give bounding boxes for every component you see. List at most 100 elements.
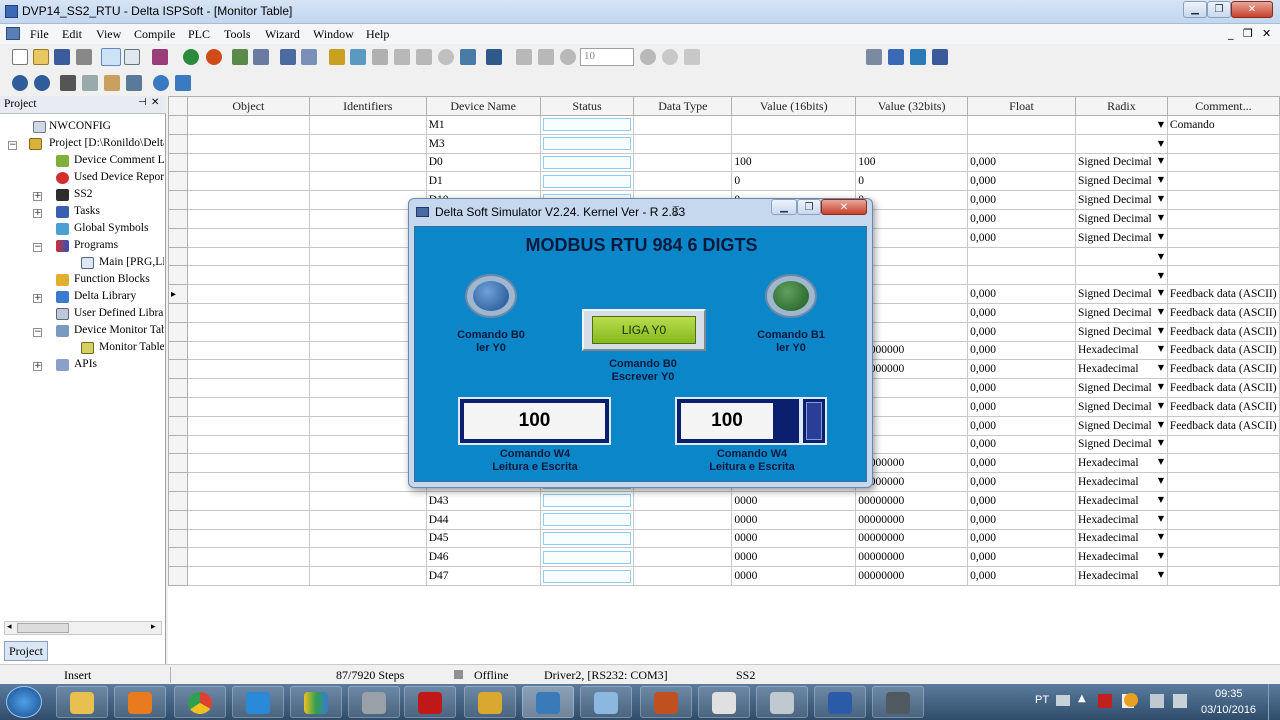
view-layout-icon[interactable]: [101, 48, 121, 66]
stop-icon[interactable]: [206, 49, 222, 65]
menu-plc[interactable]: PLC: [188, 27, 210, 42]
radix-dropdown-icon[interactable]: ▼: [1155, 438, 1167, 447]
taskbar-archive[interactable]: [464, 686, 516, 718]
tree-item-function-blocks[interactable]: Function Blocks: [74, 273, 150, 285]
cell-value-32[interactable]: 00000000: [855, 509, 969, 530]
table-row[interactable]: D46 0000 00000000 0,000 ▼ Hexadecimal: [168, 547, 1280, 568]
tree-item-device-monitor[interactable]: Device Monitor Table: [74, 324, 164, 336]
cell-object[interactable]: [186, 415, 310, 436]
col-data-type[interactable]: Data Type: [633, 96, 733, 116]
cell-data-type[interactable]: [633, 528, 733, 549]
cell-identifiers[interactable]: [308, 152, 427, 173]
cell-radix[interactable]: ▼ Signed Decimal: [1074, 284, 1168, 304]
scroll-left-icon[interactable]: ◂: [7, 622, 12, 632]
col-radix[interactable]: Radix: [1074, 96, 1168, 116]
cell-identifiers[interactable]: [308, 490, 427, 511]
radix-dropdown-icon[interactable]: ▼: [1155, 401, 1167, 410]
cell-value-32[interactable]: [855, 115, 969, 135]
expand-icon[interactable]: +: [33, 209, 42, 218]
cell-object[interactable]: [186, 566, 310, 586]
cell-float[interactable]: 0,000: [967, 208, 1076, 229]
table-row[interactable]: M3 ▼: [168, 133, 1280, 154]
cell-radix[interactable]: ▼ Signed Decimal: [1074, 434, 1168, 455]
w4-left-display[interactable]: 100: [458, 397, 611, 445]
cell-comment[interactable]: Comando: [1166, 115, 1280, 135]
tray-expand-icon[interactable]: ▲: [1078, 693, 1086, 704]
replace-icon[interactable]: [175, 75, 191, 91]
cell-object[interactable]: [186, 359, 310, 380]
cell-status[interactable]: [539, 547, 635, 568]
cell-object[interactable]: [186, 434, 310, 455]
table-row[interactable]: D1 0 0 0,000 ▼ Signed Decimal: [168, 171, 1280, 192]
radix-dropdown-icon[interactable]: ▼: [1155, 514, 1167, 523]
cell-comment[interactable]: [1166, 227, 1280, 248]
simulator-maximize-button[interactable]: ❐: [797, 199, 821, 215]
cell-float[interactable]: 0,000: [967, 509, 1076, 530]
cell-radix[interactable]: ▼ Signed Decimal: [1074, 396, 1168, 417]
cell-device-name[interactable]: M3: [425, 133, 541, 154]
cell-identifiers[interactable]: [308, 566, 427, 586]
mdi-minimize-icon[interactable]: _: [1228, 27, 1234, 40]
copy-icon[interactable]: [82, 75, 98, 91]
cell-data-type[interactable]: [633, 115, 733, 135]
horizontal-scrollbar[interactable]: ◂ ▸: [4, 621, 162, 635]
radix-dropdown-icon[interactable]: ▼: [1155, 120, 1167, 129]
cell-float[interactable]: 0,000: [967, 190, 1076, 210]
cell-device-name[interactable]: D43: [425, 490, 541, 511]
cell-radix[interactable]: ▼ Hexadecimal: [1074, 340, 1168, 361]
cell-data-type[interactable]: [633, 171, 733, 192]
cell-status[interactable]: [539, 490, 635, 511]
list-icon[interactable]: [866, 49, 882, 65]
table-icon[interactable]: [932, 49, 948, 65]
cell-float[interactable]: 0,000: [967, 340, 1076, 361]
taskbar-app[interactable]: [580, 686, 632, 718]
cell-float[interactable]: 0,000: [967, 302, 1076, 323]
cell-object[interactable]: [186, 472, 310, 492]
cell-radix[interactable]: ▼: [1074, 115, 1168, 135]
monitor-icon[interactable]: [280, 49, 296, 65]
taskbar-drive[interactable]: [290, 686, 342, 718]
cell-comment[interactable]: Feedback data (ASCII): [1166, 378, 1280, 398]
cell-float[interactable]: 0,000: [967, 378, 1076, 398]
cell-device-name[interactable]: D44: [425, 509, 541, 530]
taskbar-calc[interactable]: [756, 686, 808, 718]
collapse-icon[interactable]: −: [33, 328, 42, 337]
cell-float[interactable]: 0,000: [967, 284, 1076, 304]
volume-icon[interactable]: [1173, 694, 1187, 708]
taskbar-help[interactable]: [698, 686, 750, 718]
cell-float[interactable]: 0,000: [967, 321, 1076, 342]
step-input[interactable]: 10: [580, 48, 634, 66]
cell-comment[interactable]: Feedback data (ASCII): [1166, 340, 1280, 361]
taskbar-chrome[interactable]: [174, 686, 226, 718]
cell-float[interactable]: 0,000: [967, 396, 1076, 417]
tree-item-ss2[interactable]: SS2: [74, 188, 93, 200]
cell-value-32[interactable]: 00000000: [855, 490, 969, 511]
cell-radix[interactable]: ▼ Signed Decimal: [1074, 190, 1168, 210]
cell-device-name[interactable]: D46: [425, 547, 541, 568]
radix-dropdown-icon[interactable]: ▼: [1155, 476, 1167, 485]
cell-float[interactable]: 0,000: [967, 415, 1076, 436]
cell-value-16[interactable]: 100: [731, 152, 857, 173]
radix-dropdown-icon[interactable]: ▼: [1155, 382, 1167, 391]
cell-value-16[interactable]: 0000: [731, 566, 857, 586]
compile-icon[interactable]: [152, 49, 168, 65]
tree-item-project[interactable]: Project [D:\Ronildo\Delta: [49, 137, 164, 149]
cell-float[interactable]: [967, 133, 1076, 154]
w4-slider[interactable]: [801, 397, 827, 445]
cell-data-type[interactable]: [633, 490, 733, 511]
cell-status[interactable]: [539, 171, 635, 192]
paste-icon[interactable]: [104, 75, 120, 91]
cell-object[interactable]: [186, 396, 310, 417]
radix-dropdown-icon[interactable]: ▼: [1155, 194, 1167, 203]
tree-item-main[interactable]: Main [PRG,LD]: [99, 256, 164, 268]
cell-comment[interactable]: [1166, 509, 1280, 530]
cell-value-16[interactable]: 0000: [731, 509, 857, 530]
cell-float[interactable]: 0,000: [967, 359, 1076, 380]
cell-radix[interactable]: ▼ Signed Decimal: [1074, 227, 1168, 248]
scroll-right-icon[interactable]: ▸: [151, 622, 156, 632]
radix-dropdown-icon[interactable]: ▼: [1155, 252, 1167, 261]
radix-dropdown-icon[interactable]: ▼: [1155, 344, 1167, 353]
link-icon[interactable]: [460, 49, 476, 65]
radix-dropdown-icon[interactable]: ▼: [1155, 175, 1167, 184]
cell-float[interactable]: [967, 246, 1076, 267]
